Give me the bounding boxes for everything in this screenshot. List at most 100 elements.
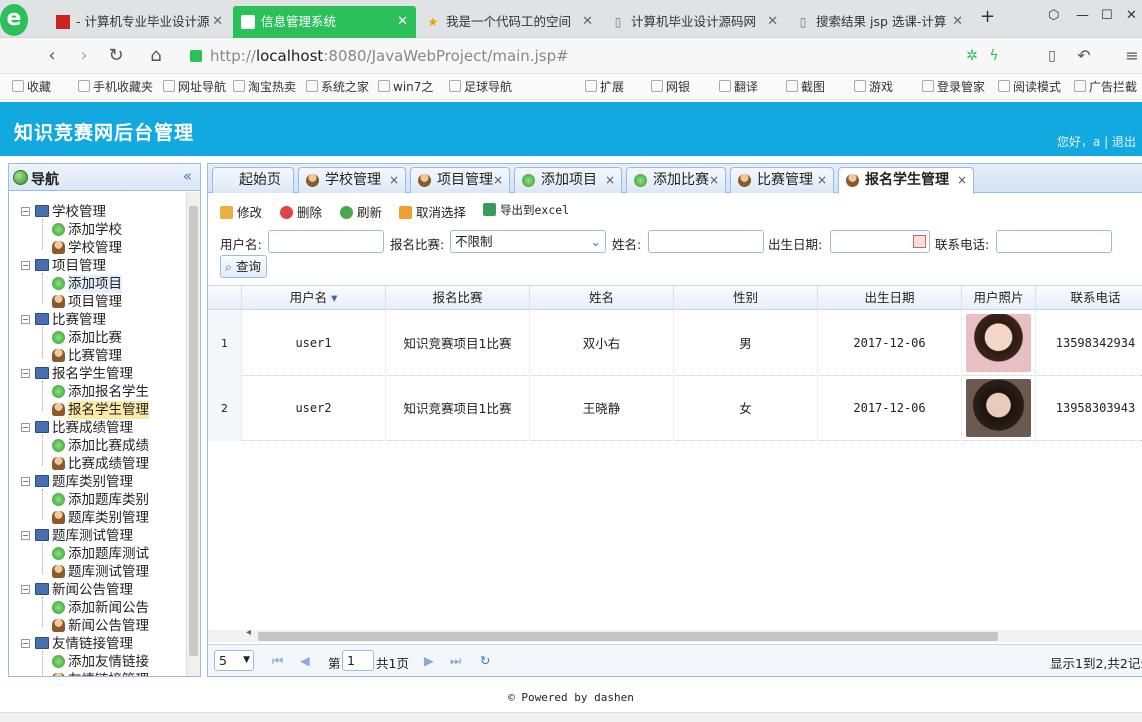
tree-item[interactable]: 添加项目 xyxy=(9,275,186,293)
competition-select[interactable]: 不限制 ⌄ xyxy=(450,230,606,253)
lightning-icon[interactable]: ϟ xyxy=(982,44,1006,68)
tree-group[interactable]: − 题库测试管理 xyxy=(9,527,186,545)
tree-item[interactable]: 题库类别管理 xyxy=(9,509,186,527)
tree-item[interactable]: 比赛管理 xyxy=(9,347,186,365)
delete-button[interactable]: 删除 xyxy=(280,202,322,221)
speed-icon[interactable]: ✲ xyxy=(960,44,984,68)
bookmark-item[interactable]: 扩展 xyxy=(585,78,624,95)
tree-item[interactable]: 添加比赛 xyxy=(9,329,186,347)
browser-tab-3[interactable]: ★ 我是一个代码工的空间 ✕ xyxy=(418,6,601,38)
skin-icon[interactable]: ⬡ xyxy=(1048,8,1059,23)
collapse-icon[interactable]: « xyxy=(183,167,192,185)
tree-group[interactable]: − 比赛管理 xyxy=(9,311,186,329)
bookmark-item[interactable]: 阅读模式 xyxy=(998,78,1061,95)
url-field[interactable]: http://localhost:8080/JavaWebProject/mai… xyxy=(210,45,970,67)
menu-icon[interactable]: ≡ xyxy=(1120,44,1142,68)
close-icon[interactable]: × xyxy=(493,168,503,192)
birthday-input[interactable] xyxy=(830,230,930,253)
panel-tab[interactable]: 学校管理 × xyxy=(298,167,406,193)
tree-group[interactable]: − 友情链接管理 xyxy=(9,635,186,653)
collapse-toggle-icon[interactable]: − xyxy=(21,207,30,216)
greeting-logout[interactable]: 您好，a | 退出 xyxy=(1057,133,1136,150)
tree-group[interactable]: − 比赛成绩管理 xyxy=(9,419,186,437)
tree-item[interactable]: 添加新闻公告 xyxy=(9,599,186,617)
tree-item[interactable]: 新闻公告管理 xyxy=(9,617,186,635)
page-size-select[interactable]: 5 ▼ xyxy=(214,650,254,671)
close-icon[interactable]: × xyxy=(605,168,615,192)
browser-tab-4[interactable]: ▯ 计算机毕业设计源码网 ✕ xyxy=(603,6,786,38)
browser-tab-2[interactable]: 信息管理系统 ✕ xyxy=(233,6,416,38)
panel-tab[interactable]: 比赛管理 × xyxy=(730,167,834,193)
back-icon[interactable]: ‹ xyxy=(40,44,64,68)
bookmark-item[interactable]: 系统之家 xyxy=(306,78,369,95)
panel-tab[interactable]: 添加项目 × xyxy=(514,167,622,193)
prev-page-icon[interactable]: ◀ xyxy=(300,653,310,668)
tree-item[interactable]: 添加学校 xyxy=(9,221,186,239)
panel-tab[interactable]: 报名学生管理 × xyxy=(838,167,974,194)
column-header[interactable]: 报名比赛 xyxy=(386,286,530,310)
panel-tab[interactable]: 项目管理 × xyxy=(410,167,510,193)
scrollbar-thumb[interactable] xyxy=(258,632,998,641)
close-icon[interactable]: ✕ xyxy=(212,6,223,38)
tree-item[interactable]: 添加题库测试 xyxy=(9,545,186,563)
phone-input[interactable] xyxy=(996,230,1112,253)
tree-group[interactable]: − 学校管理 xyxy=(9,203,186,221)
name-input[interactable] xyxy=(648,230,764,253)
table-row[interactable]: 1 user1 知识竞赛项目1比赛 双小右男 2017-12-06 13598342934 xyxy=(208,311,1142,376)
tree-group[interactable]: − 新闻公告管理 xyxy=(9,581,186,599)
calendar-icon[interactable] xyxy=(913,235,926,248)
tree-item[interactable]: 项目管理 xyxy=(9,293,186,311)
reload-icon[interactable]: ↻ xyxy=(104,44,128,68)
last-page-icon[interactable]: ⏭ xyxy=(450,653,461,669)
refresh-button[interactable]: 刷新 xyxy=(340,202,382,221)
collapse-toggle-icon[interactable]: − xyxy=(21,315,30,324)
tree-group[interactable]: − 题库类别管理 xyxy=(9,473,186,491)
bookmark-item[interactable]: 游戏 xyxy=(854,78,893,95)
tree-item[interactable]: 比赛成绩管理 xyxy=(9,455,186,473)
page-number-input[interactable]: 1 xyxy=(342,650,374,671)
home-icon[interactable]: ⌂ xyxy=(144,44,168,68)
tree-group[interactable]: − 报名学生管理 xyxy=(9,365,186,383)
export-excel-button[interactable]: 导出到excel xyxy=(483,202,569,218)
collapse-toggle-icon[interactable]: − xyxy=(21,423,30,432)
collapse-toggle-icon[interactable]: − xyxy=(21,369,30,378)
bookmark-item[interactable]: 网址导航 xyxy=(163,78,226,95)
tree-item[interactable]: 添加报名学生 xyxy=(9,383,186,401)
tree-item[interactable]: 友情链接管理 xyxy=(9,671,186,676)
tree-item[interactable]: 添加友情链接 xyxy=(9,653,186,671)
close-icon[interactable]: ✕ xyxy=(952,6,963,38)
tree-item[interactable]: 添加题库类别 xyxy=(9,491,186,509)
table-row[interactable]: 2 user2 知识竞赛项目1比赛 王晓静女 2017-12-06 13958303943 xyxy=(208,376,1142,441)
column-header[interactable]: 出生日期 xyxy=(818,286,962,310)
column-header[interactable]: 联系电话 xyxy=(1036,286,1142,310)
close-icon[interactable]: × xyxy=(957,168,967,192)
close-icon[interactable]: × xyxy=(817,168,827,192)
collapse-toggle-icon[interactable]: − xyxy=(21,585,30,594)
panel-tab[interactable]: 起始页 xyxy=(212,167,294,193)
minimize-icon[interactable]: — xyxy=(1076,8,1089,23)
collapse-toggle-icon[interactable]: − xyxy=(21,261,30,270)
bookmark-item[interactable]: 网银 xyxy=(651,78,690,95)
bookmark-item[interactable]: 淘宝热卖 xyxy=(233,78,296,95)
username-input[interactable] xyxy=(268,230,384,253)
next-page-icon[interactable]: ▶ xyxy=(424,653,434,668)
undo-icon[interactable]: ↶ xyxy=(1072,44,1096,68)
close-icon[interactable]: × xyxy=(389,168,399,192)
tree-item[interactable]: 学校管理 xyxy=(9,239,186,257)
close-icon[interactable]: ✕ xyxy=(397,6,408,38)
bookmark-item[interactable]: 手机收藏夹 xyxy=(78,78,153,95)
unselect-button[interactable]: 取消选择 xyxy=(399,202,466,221)
scroll-left-icon[interactable]: ◂ xyxy=(246,627,251,638)
edit-button[interactable]: 修改 xyxy=(220,202,262,221)
tree-item[interactable]: 报名学生管理 xyxy=(9,401,186,419)
close-icon[interactable]: × xyxy=(709,168,719,192)
collapse-toggle-icon[interactable]: − xyxy=(21,477,30,486)
collapse-toggle-icon[interactable]: − xyxy=(21,531,30,540)
column-header[interactable]: 姓名 xyxy=(530,286,674,310)
bookmark-item[interactable]: 足球导航 xyxy=(449,78,512,95)
tree-item[interactable]: 题库测试管理 xyxy=(9,563,186,581)
tree-group[interactable]: − 项目管理 xyxy=(9,257,186,275)
refresh-icon[interactable]: ↻ xyxy=(480,653,490,668)
browser-tab-1[interactable]: - 计算机专业毕业设计源 ✕ xyxy=(48,6,231,38)
tree-item[interactable]: 添加比赛成绩 xyxy=(9,437,186,455)
